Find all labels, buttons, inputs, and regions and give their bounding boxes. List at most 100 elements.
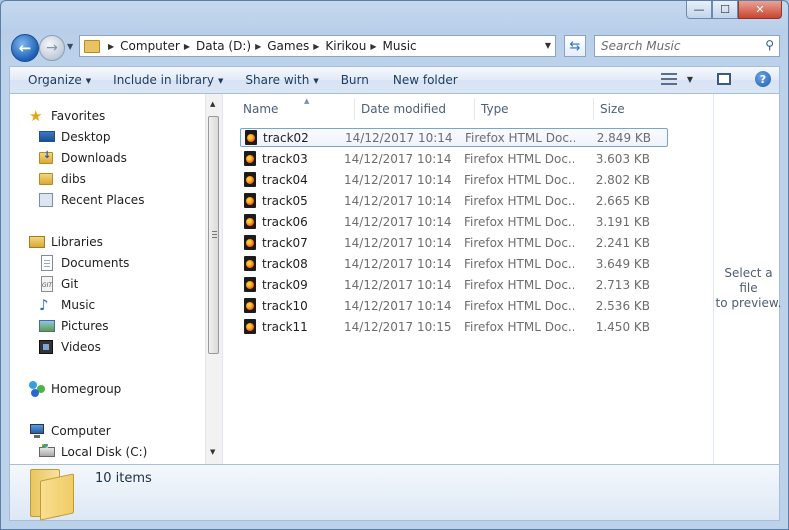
table-row[interactable]: track09 14/12/2017 10:14 Firefox HTML Doc.… <box>240 275 668 294</box>
chevron-down-icon: ▼ <box>85 76 92 85</box>
nav-label: Libraries <box>51 235 103 249</box>
table-row[interactable]: track08 14/12/2017 10:14 Firefox HTML Doc.… <box>240 254 668 273</box>
preview-message: Select a file to preview. <box>714 266 783 311</box>
column-header-size[interactable]: Size <box>594 98 694 120</box>
nav-item-local-disk-c[interactable]: Local Disk (C:) <box>39 443 147 461</box>
file-size: 2.536 KB <box>595 298 650 313</box>
table-row[interactable]: track03 14/12/2017 10:14 Firefox HTML Doc.… <box>240 149 668 168</box>
table-row[interactable]: track11 14/12/2017 10:15 Firefox HTML Doc.… <box>240 317 668 336</box>
folder-icon <box>39 171 55 187</box>
new-folder-button[interactable]: New folder <box>383 73 468 87</box>
column-label: Type <box>481 102 509 116</box>
command-bar: Organize ▼ Include in library ▼ Share with… <box>9 66 780 94</box>
firefox-html-file-icon <box>244 235 256 250</box>
share-with-button[interactable]: Share with ▼ <box>235 73 328 87</box>
forward-button[interactable]: → <box>39 35 65 61</box>
table-row[interactable]: track04 14/12/2017 10:14 Firefox HTML Doc.… <box>240 170 668 189</box>
minimize-button[interactable]: — <box>686 1 712 19</box>
close-button[interactable]: ✕ <box>738 1 782 19</box>
column-label: Date modified <box>361 102 447 116</box>
nav-label: Pictures <box>61 319 109 333</box>
refresh-button[interactable]: ⇆ <box>564 35 586 57</box>
recent-pages-dropdown[interactable]: ▼ <box>67 42 73 51</box>
firefox-html-file-icon <box>244 193 256 208</box>
table-row[interactable]: track05 14/12/2017 10:14 Firefox HTML Doc.… <box>240 191 668 210</box>
nav-favorites[interactable]: ★ Favorites <box>29 107 105 125</box>
nav-item-git[interactable]: GIT Git <box>39 275 78 293</box>
file-date-modified: 14/12/2017 10:14 <box>344 235 452 250</box>
nav-label: Music <box>61 298 96 312</box>
chevron-right-icon[interactable]: ▶ <box>108 42 114 51</box>
help-icon[interactable]: ? <box>755 71 771 87</box>
organize-button[interactable]: Organize ▼ <box>18 73 101 87</box>
star-icon: ★ <box>29 107 43 125</box>
firefox-html-file-icon <box>244 319 256 334</box>
breadcrumb-computer[interactable]: Computer <box>120 39 180 53</box>
column-header-type[interactable]: Type <box>475 98 594 120</box>
nav-computer[interactable]: Computer <box>29 422 111 440</box>
file-list: ▲ Name Date modified Type Size track02 14… <box>223 94 713 464</box>
table-row[interactable]: track06 14/12/2017 10:14 Firefox HTML Doc.… <box>240 212 668 231</box>
breadcrumb-music[interactable]: Music <box>383 39 417 53</box>
firefox-html-file-icon <box>244 172 256 187</box>
include-in-library-button[interactable]: Include in library ▼ <box>103 73 233 87</box>
nav-item-pictures[interactable]: Pictures <box>39 317 109 335</box>
table-row[interactable]: track10 14/12/2017 10:14 Firefox HTML Doc.… <box>240 296 668 315</box>
downloads-folder-icon <box>39 150 55 166</box>
file-type: Firefox HTML Doc... <box>465 130 575 145</box>
table-row[interactable]: track07 14/12/2017 10:14 Firefox HTML Doc.… <box>240 233 668 252</box>
nav-item-dibs[interactable]: dibs <box>39 170 86 188</box>
chevron-right-icon[interactable]: ▶ <box>313 42 319 51</box>
nav-scrollbar[interactable]: ▲ ▼ <box>205 94 222 464</box>
chevron-right-icon[interactable]: ▶ <box>370 42 376 51</box>
scroll-up-icon[interactable]: ▲ <box>210 100 215 108</box>
back-button[interactable]: ← <box>11 34 39 62</box>
nav-item-downloads[interactable]: Downloads <box>39 149 127 167</box>
file-type: Firefox HTML Doc... <box>464 298 574 313</box>
address-bar[interactable]: ▶ Computer ▶ Data (D:) ▶ Games ▶ Kirikou… <box>79 35 556 57</box>
breadcrumb-games[interactable]: Games <box>267 39 309 53</box>
file-date-modified: 14/12/2017 10:14 <box>344 298 452 313</box>
nav-label: Git <box>61 277 79 291</box>
video-film-icon <box>39 339 55 355</box>
item-count: 10 items <box>95 471 152 486</box>
chevron-down-icon[interactable]: ▼ <box>687 75 693 84</box>
nav-item-documents[interactable]: Documents <box>39 254 129 272</box>
chevron-right-icon[interactable]: ▶ <box>255 42 261 51</box>
table-row[interactable]: track02 14/12/2017 10:14 Firefox HTML Doc.… <box>240 128 668 147</box>
include-in-library-label: Include in library <box>113 73 215 87</box>
git-library-icon: GIT <box>39 276 55 292</box>
firefox-html-file-icon <box>244 256 256 271</box>
scroll-down-icon[interactable]: ▼ <box>210 448 215 456</box>
file-size: 2.802 KB <box>595 172 650 187</box>
scrollbar-thumb[interactable] <box>208 116 219 354</box>
column-header-date-modified[interactable]: Date modified <box>355 98 475 120</box>
file-size: 1.450 KB <box>595 319 650 334</box>
view-controls: ▼ ? <box>660 71 771 87</box>
search-input[interactable]: Search Music ⚲ <box>594 35 780 57</box>
view-options-icon[interactable] <box>660 73 677 85</box>
search-icon[interactable]: ⚲ <box>765 38 774 52</box>
chevron-right-icon[interactable]: ▶ <box>184 42 190 51</box>
nav-item-desktop[interactable]: Desktop <box>39 128 111 146</box>
chevron-down-icon[interactable]: ▼ <box>545 41 551 50</box>
nav-item-recent-places[interactable]: Recent Places <box>39 191 144 209</box>
nav-label: Recent Places <box>61 193 145 207</box>
nav-homegroup[interactable]: Homegroup <box>29 380 121 398</box>
nav-item-videos[interactable]: Videos <box>39 338 101 356</box>
homegroup-icon <box>29 381 45 397</box>
nav-item-music[interactable]: ♪ Music <box>39 296 95 314</box>
nav-libraries[interactable]: Libraries <box>29 233 103 251</box>
column-header-name[interactable]: ▲ Name <box>237 97 355 120</box>
music-note-icon: ♪ <box>39 296 49 314</box>
hard-disk-icon <box>39 444 55 460</box>
arrow-left-icon: ← <box>18 39 32 57</box>
maximize-button[interactable]: ☐ <box>712 1 738 19</box>
breadcrumb-data-d[interactable]: Data (D:) <box>196 39 251 53</box>
burn-button[interactable]: Burn <box>331 73 379 87</box>
breadcrumb-kirikou[interactable]: Kirikou <box>325 39 366 53</box>
nav-label: Downloads <box>61 151 127 165</box>
file-date-modified: 14/12/2017 10:14 <box>345 130 453 145</box>
nav-label: Homegroup <box>51 382 122 396</box>
preview-pane-icon[interactable] <box>717 73 731 85</box>
